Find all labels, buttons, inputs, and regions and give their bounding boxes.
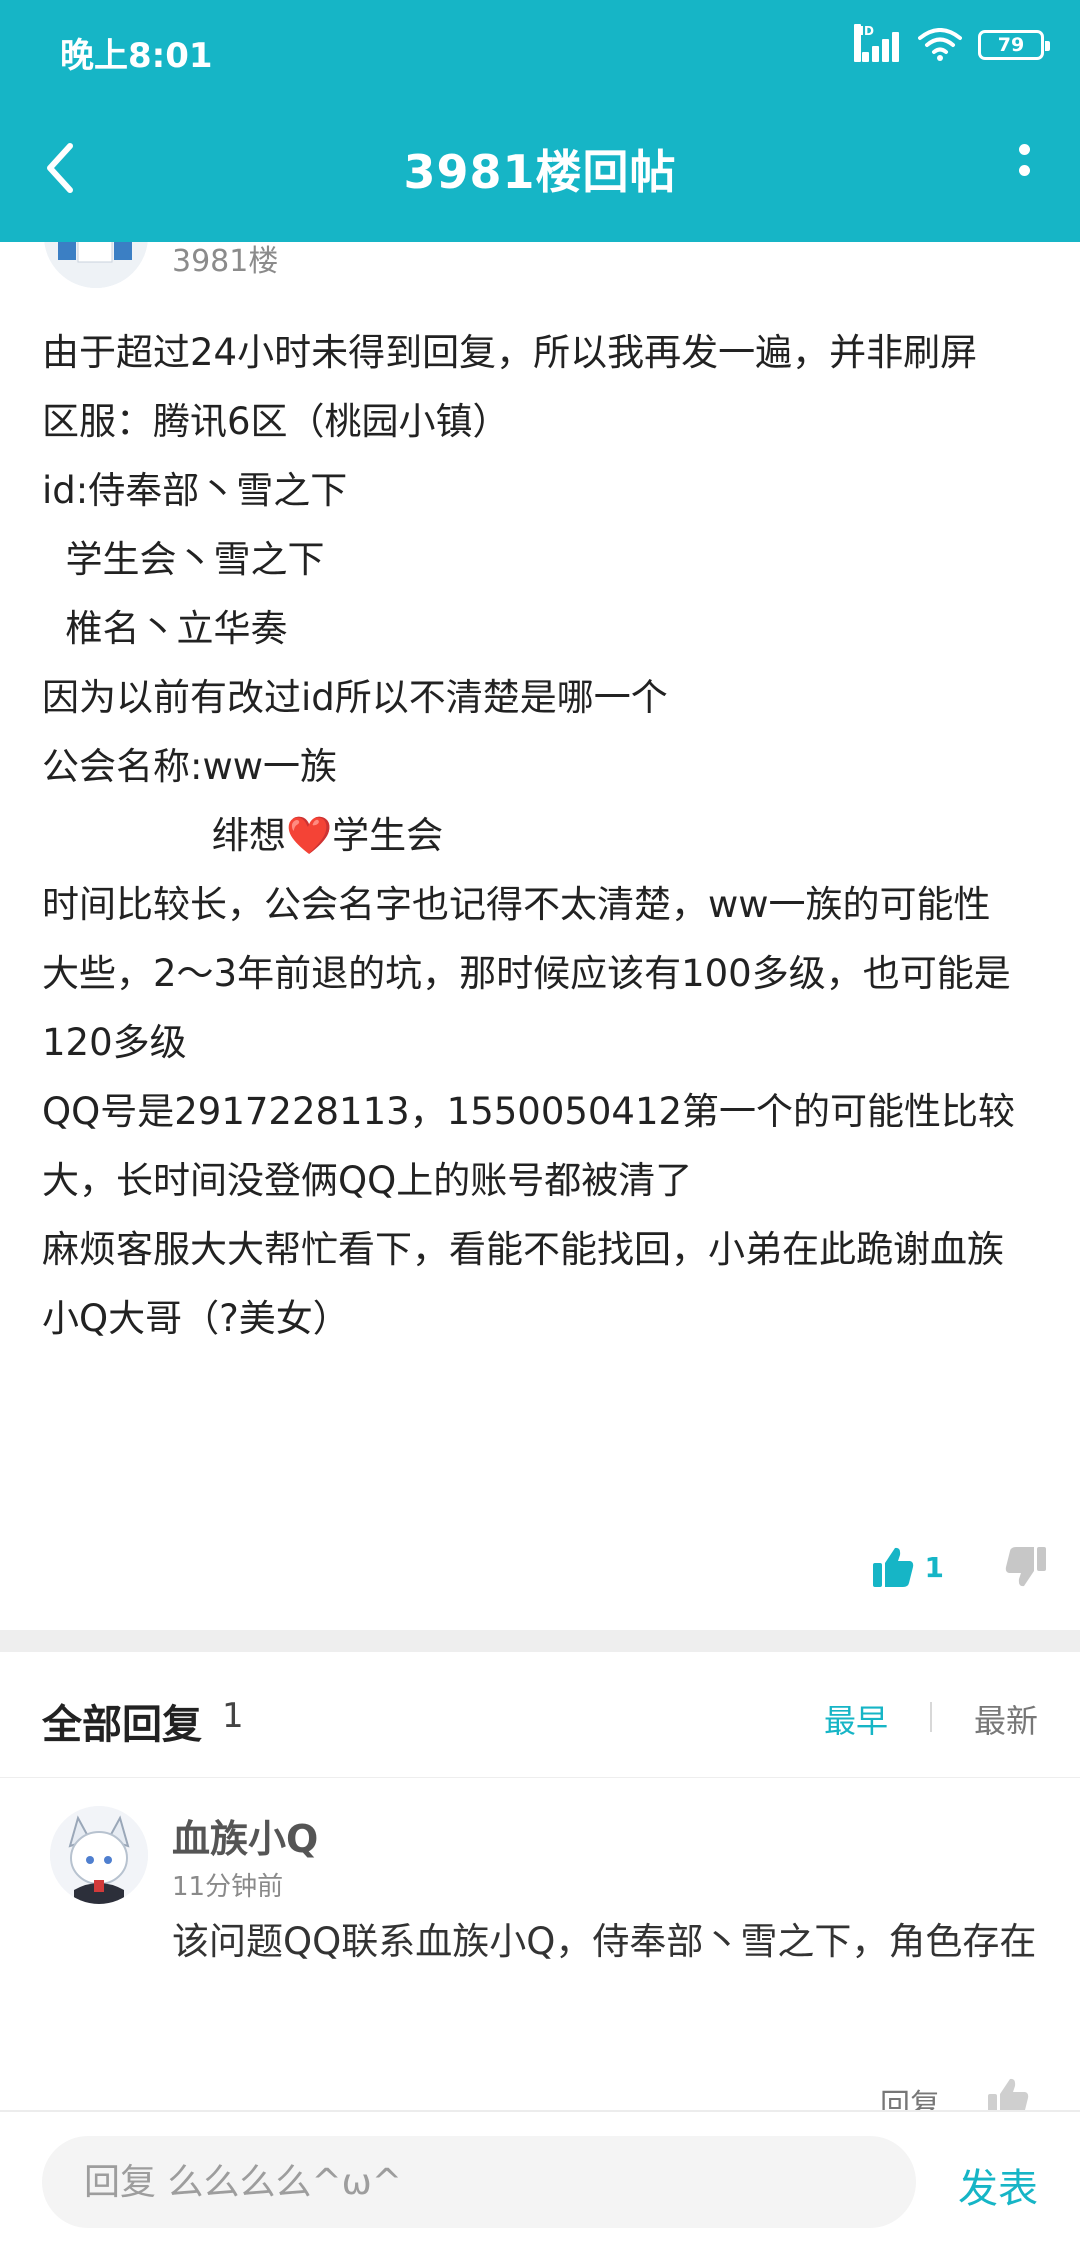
replies-title: 全部回复 — [42, 1702, 202, 1748]
guild-alt-prefix: 绯想 — [212, 814, 286, 857]
post-line: 因为以前有改过id所以不清楚是哪一个 — [42, 676, 668, 719]
post-floor-number: 3981楼 — [172, 244, 279, 279]
nav-bar: 3981楼回帖 — [0, 96, 1080, 242]
reply-text: 该问题QQ联系血族小Q，侍奉部丶雪之下，角色存在 — [172, 1920, 1037, 1963]
post-line: 麻烦客服大大帮忙看下，看能不能找回，小弟在此跪谢血族 — [42, 1228, 1004, 1271]
sort-newest-button[interactable]: 最新 — [974, 1696, 1038, 1742]
sort-earliest-button[interactable]: 最早 — [824, 1696, 888, 1742]
post-body: 由于超过24小时未得到回复，所以我再发一遍，并非刷屏 区服：腾讯6区（桃园小镇）… — [42, 318, 1052, 1353]
replies-count: 1 — [222, 1696, 244, 1736]
status-time: 晚上8:01 — [60, 36, 213, 76]
section-divider — [0, 1630, 1080, 1652]
send-button[interactable]: 发表 — [958, 2156, 1038, 2214]
vote-bar: 1 — [871, 1545, 1048, 1589]
page-title: 3981楼回帖 — [403, 145, 677, 199]
post-line: 学生会丶雪之下 — [42, 538, 325, 581]
wifi-icon — [918, 28, 962, 61]
reply-input-bar: 发表 — [0, 2110, 1080, 2248]
post-line: 120多级 — [42, 1021, 187, 1064]
heart-emoji-icon: ❤️ — [286, 814, 333, 857]
post-line: 公会名称:ww一族 — [42, 745, 337, 788]
post-line: 椎名丶立华奏 — [42, 607, 288, 650]
post-line: id:侍奉部丶雪之下 — [42, 469, 348, 512]
status-bar: 晚上8:01 HD 79 — [0, 0, 1080, 96]
status-icons: HD 79 — [854, 24, 1050, 62]
thumbs-down-icon[interactable] — [1004, 1545, 1048, 1589]
replies-header: 全部回复 1 最早 最新 — [0, 1652, 1080, 1778]
post-line: 大些，2～3年前退的坑，那时候应该有100多级，也可能是 — [42, 952, 1011, 995]
post-line-guild-alt: 绯想❤️学生会 — [42, 801, 1052, 870]
post-line: 区服：腾讯6区（桃园小镇） — [42, 400, 510, 443]
reply-author-name[interactable]: 血族小Q — [172, 1808, 318, 1863]
reply-input[interactable] — [42, 2136, 916, 2228]
cell-signal-icon: HD — [854, 24, 902, 62]
like-count: 1 — [924, 1550, 944, 1584]
post-line: 时间比较长，公会名字也记得不太清楚，ww一族的可能性 — [42, 883, 991, 926]
battery-level: 79 — [997, 34, 1025, 56]
battery-icon: 79 — [978, 30, 1050, 60]
sort-separator — [930, 1702, 932, 1732]
post-line: 由于超过24小时未得到回复，所以我再发一遍，并非刷屏 — [42, 331, 978, 374]
thumbs-up-icon — [872, 1547, 913, 1587]
post-line: QQ号是2917228113，1550050412第一个的可能性比较 — [42, 1090, 1016, 1133]
reply-item: 血族小Q 11分钟前 该问题QQ联系血族小Q，侍奉部丶雪之下，角色存在 回复 — [0, 1778, 1080, 2123]
reply-timestamp: 11分钟前 — [172, 1872, 284, 1902]
like-button[interactable]: 1 — [871, 1545, 944, 1589]
network-type: HD — [854, 24, 874, 62]
guild-alt-suffix: 学生会 — [332, 814, 444, 857]
post-line: 大，长时间没登俩QQ上的账号都被清了 — [42, 1159, 693, 1202]
post-line: 小Q大哥（?美女） — [42, 1297, 350, 1340]
more-options-icon[interactable] — [1012, 140, 1036, 190]
app-header: 晚上8:01 HD 79 3981楼回帖 — [0, 0, 1080, 242]
reply-avatar[interactable] — [50, 1806, 148, 1904]
